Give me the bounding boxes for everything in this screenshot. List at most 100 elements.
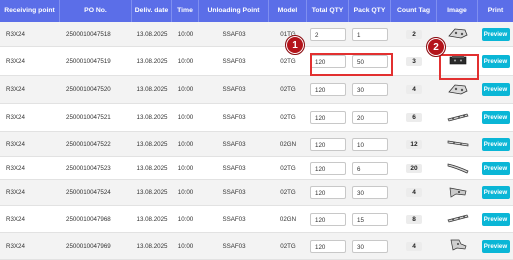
part-rail-icon[interactable] — [446, 211, 469, 227]
cell-count-tag: 4 — [391, 180, 437, 205]
part-rail-icon[interactable] — [446, 110, 469, 126]
preview-button[interactable]: Preview — [481, 111, 510, 124]
cell-po-no: 2500010047524 — [66, 189, 111, 196]
col-deliv-date[interactable]: Deliv. date — [132, 0, 172, 22]
pack-qty-input[interactable]: 15 — [352, 212, 388, 226]
preview-button[interactable]: Preview — [481, 83, 510, 96]
cell-time: 10:00 — [177, 86, 194, 93]
total-qty-input[interactable]: 120 — [310, 83, 346, 96]
cell-pack-qty: 1 — [349, 22, 391, 46]
highlight-image-box — [439, 54, 479, 80]
cell-model: 02TG — [280, 189, 296, 196]
col-model[interactable]: Model — [269, 0, 307, 22]
col-total-qty[interactable]: Total QTY — [307, 0, 349, 22]
cell-po-no: 2500010047522 — [66, 140, 111, 148]
cell-po-no: 2500010047523 — [66, 164, 111, 172]
table-row: R3X24 2500010047524 13.08.2025 10:00 SSAF03 0… — [0, 180, 513, 206]
preview-button[interactable]: Preview — [481, 27, 510, 41]
pack-qty-input[interactable]: 30 — [352, 83, 388, 96]
count-tag-badge: 6 — [406, 113, 422, 122]
part-bracket-icon[interactable] — [447, 26, 469, 42]
cell-total-qty: 120 — [307, 132, 349, 156]
table-row: R3X24 2500010047520 13.08.2025 10:00 SSAF03 0… — [0, 76, 513, 104]
pack-qty-input[interactable]: 6 — [352, 161, 388, 175]
preview-button[interactable]: Preview — [481, 137, 510, 151]
cell-deliv-date: 13.08.2025 — [136, 57, 168, 65]
cell-count-tag: 20 — [391, 157, 437, 179]
cell-po-no: 2500010047521 — [66, 114, 111, 121]
col-time[interactable]: Time — [172, 0, 199, 22]
cell-print: Preview — [478, 104, 513, 131]
cell-count-tag: 4 — [391, 233, 437, 259]
cell-image — [437, 233, 478, 259]
cell-receiving-point: R3X24 — [6, 242, 25, 250]
cell-unloading-point: SSAF03 — [222, 114, 246, 121]
cell-image — [437, 206, 478, 232]
part-bracket-icon[interactable] — [447, 82, 469, 98]
cell-print: Preview — [478, 206, 513, 232]
cell-total-qty: 120 — [307, 233, 349, 259]
total-qty-input[interactable]: 120 — [310, 186, 346, 199]
col-image[interactable]: Image — [437, 0, 478, 22]
pack-qty-input[interactable]: 30 — [352, 239, 388, 253]
cell-total-qty: 2 — [307, 22, 349, 46]
table-header: Receiving point PO No. Deliv. date Time … — [0, 0, 513, 22]
pack-qty-input[interactable]: 10 — [352, 137, 388, 151]
cell-count-tag: 6 — [391, 104, 437, 131]
cell-total-qty: 120 — [307, 206, 349, 232]
col-unloading-point[interactable]: Unloading Point — [199, 0, 269, 22]
preview-button[interactable]: Preview — [481, 212, 510, 226]
preview-button[interactable]: Preview — [481, 54, 510, 68]
col-count-tag[interactable]: Count Tag — [391, 0, 437, 22]
cell-print: Preview — [478, 157, 513, 179]
cell-unloading-point: SSAF03 — [222, 30, 246, 38]
preview-button[interactable]: Preview — [481, 161, 510, 175]
table-row: R3X24 2500010047969 13.08.2025 10:00 SSAF03 0… — [0, 233, 513, 260]
col-pack-qty[interactable]: Pack QTY — [349, 0, 391, 22]
total-qty-input[interactable]: 2 — [310, 27, 346, 41]
cell-print: Preview — [478, 180, 513, 205]
part-arm-icon[interactable] — [447, 185, 469, 201]
total-qty-input[interactable]: 120 — [310, 111, 346, 124]
cell-count-tag: 12 — [391, 132, 437, 156]
cell-receiving-point: R3X24 — [6, 164, 25, 172]
cell-image — [437, 132, 478, 156]
cell-unloading-point: SSAF03 — [222, 189, 246, 196]
col-print[interactable]: Print — [478, 0, 513, 22]
part-curve-icon[interactable] — [447, 160, 469, 176]
cell-image — [437, 180, 478, 205]
cell-deliv-date: 13.08.2025 — [136, 215, 168, 223]
cell-unloading-point: SSAF03 — [222, 140, 246, 148]
total-qty-input[interactable]: 120 — [310, 137, 346, 151]
cell-time: 10:00 — [177, 215, 194, 223]
cell-total-qty: 120 — [307, 76, 349, 103]
total-qty-input[interactable]: 120 — [310, 161, 346, 175]
preview-button[interactable]: Preview — [481, 186, 510, 199]
part-hook-icon[interactable] — [447, 238, 469, 254]
cell-po-no: 2500010047969 — [66, 242, 111, 250]
part-strip-icon[interactable] — [447, 136, 469, 152]
cell-po-no: 250001004751​8 — [66, 30, 111, 38]
table-row: R3X24 2500010047522 13.08.2025 10:00 SSAF03 0… — [0, 132, 513, 157]
col-po-no[interactable]: PO No. — [60, 0, 132, 22]
cell-time: 10:00 — [177, 164, 194, 172]
cell-time: 10:00 — [177, 57, 194, 65]
count-tag-badge: 3 — [406, 56, 422, 66]
pack-qty-input[interactable]: 20 — [352, 111, 388, 124]
cell-unloading-point: SSAF03 — [222, 57, 246, 65]
total-qty-input[interactable]: 120 — [310, 239, 346, 253]
total-qty-input[interactable]: 120 — [310, 212, 346, 226]
preview-button[interactable]: Preview — [481, 239, 510, 253]
cell-total-qty: 120 — [307, 104, 349, 131]
table-row: R3X24 2500010047968 13.08.2025 10:00 SSAF03 0… — [0, 206, 513, 233]
cell-deliv-date: 13.08.2025 — [136, 86, 168, 93]
cell-pack-qty: 30 — [349, 76, 391, 103]
pack-qty-input[interactable]: 1 — [352, 27, 388, 41]
cell-print: Preview — [478, 22, 513, 46]
pack-qty-input[interactable]: 30 — [352, 186, 388, 199]
table-row: R3X24 2500010047521 13.08.2025 10:00 SSAF03 0… — [0, 104, 513, 132]
col-receiving-point[interactable]: Receiving point — [0, 0, 60, 22]
cell-image — [437, 157, 478, 179]
cell-po-no: 2500010047519 — [66, 57, 111, 65]
cell-pack-qty: 30 — [349, 180, 391, 205]
